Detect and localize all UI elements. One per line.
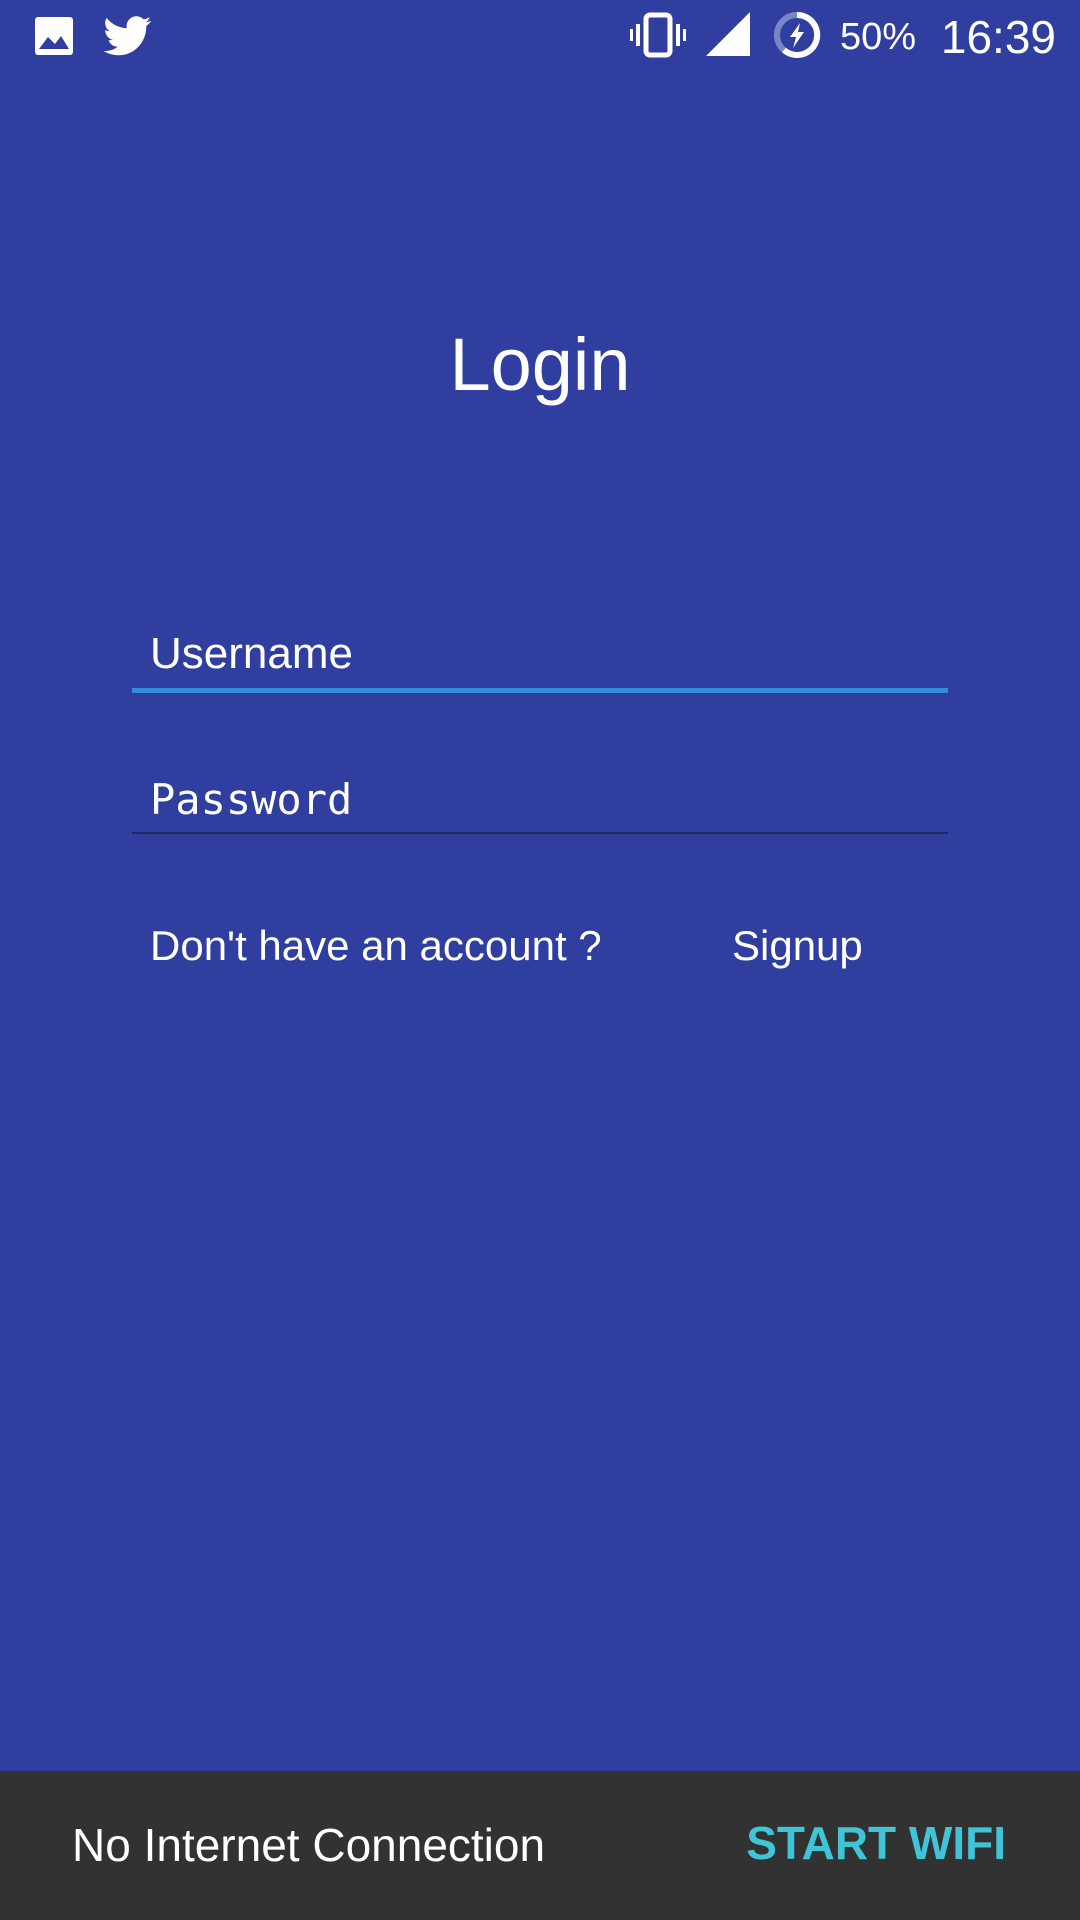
battery-percentage: 50% [839,16,916,58]
snackbar: No Internet Connection START WIFI [0,1771,1080,1920]
account-prompt-text: Don't have an account ? [150,922,602,969]
page-title: Login [449,323,631,406]
username-input[interactable] [150,624,948,684]
start-wifi-button[interactable]: START WIFI [746,1815,1006,1871]
snackbar-message: No Internet Connection [72,1819,546,1871]
status-clock: 16:39 [940,11,1056,63]
status-bar: 50% 16:39 [0,0,1080,72]
battery-saver-icon [774,11,821,58]
username-underline [132,688,948,693]
password-field[interactable] [132,770,948,840]
password-underline [132,832,948,834]
vibrate-icon [630,12,686,58]
password-input[interactable] [150,770,948,830]
signup-link[interactable]: Signup [732,918,863,974]
image-icon [35,17,73,55]
signal-icon [706,12,750,56]
twitter-icon [104,16,152,56]
username-field[interactable] [132,624,948,694]
